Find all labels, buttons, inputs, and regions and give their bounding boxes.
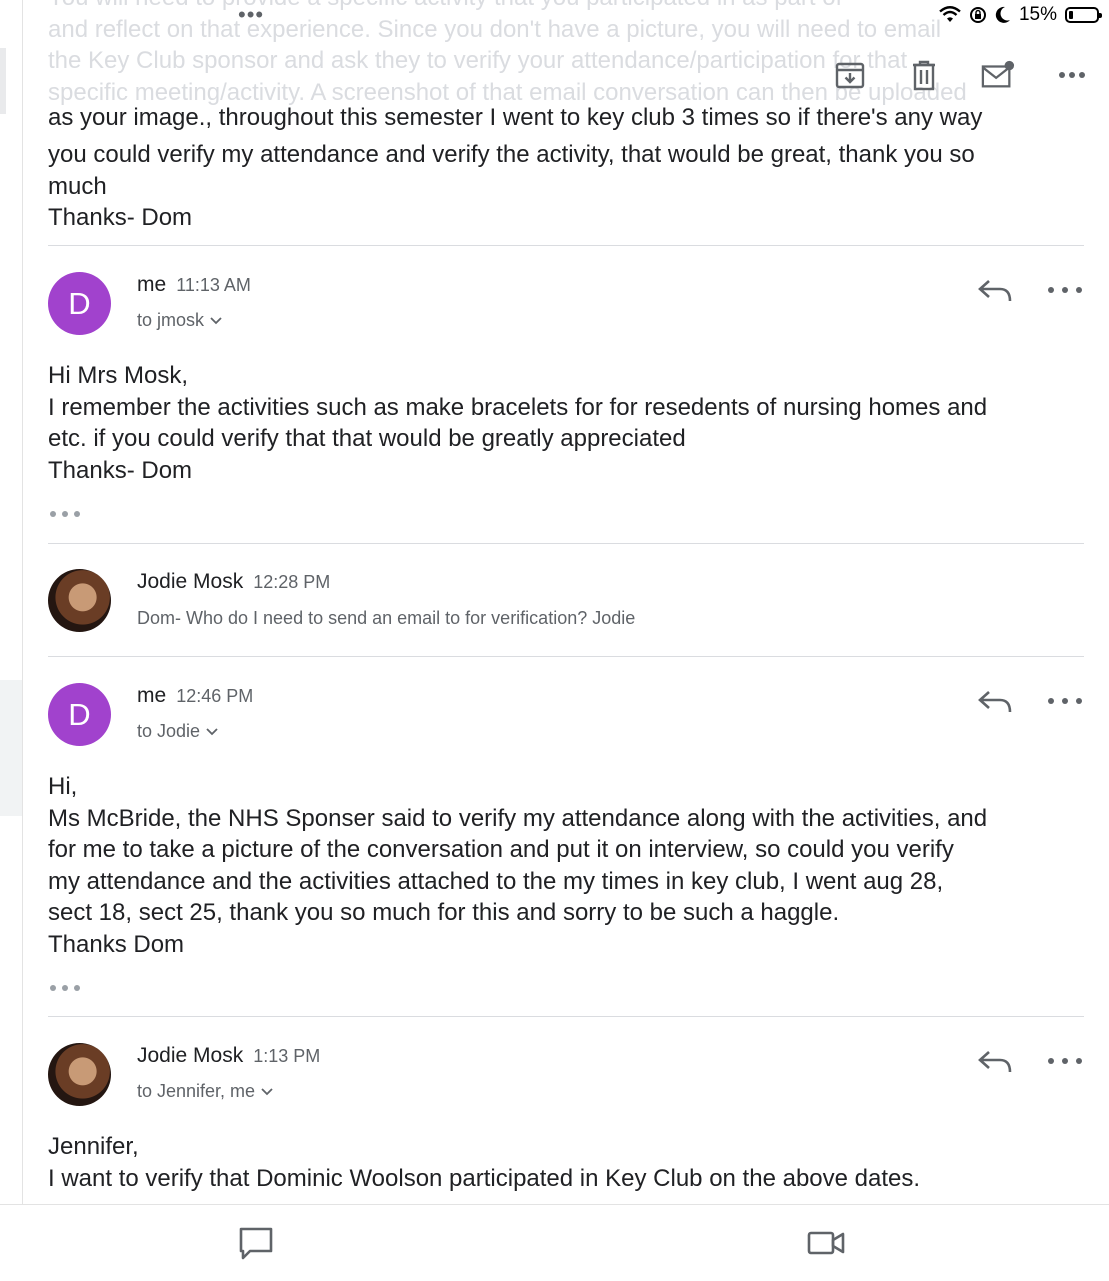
- message-header: me 12:46 PM: [137, 684, 253, 708]
- status-bar: 15%: [939, 4, 1102, 26]
- message-time: 12:28 PM: [253, 572, 331, 592]
- bottom-bar: [0, 1204, 1109, 1281]
- rotation-lock-icon: [969, 7, 986, 23]
- chevron-down-icon: [206, 727, 218, 735]
- recipient-label: to Jennifer, me: [137, 1081, 256, 1101]
- message-divider: [48, 656, 1084, 657]
- sender-name: me: [137, 273, 167, 296]
- left-rail: [0, 0, 23, 1205]
- video-call-button[interactable]: [806, 1225, 845, 1261]
- battery-icon: [1065, 7, 1102, 23]
- chevron-down-icon: [210, 316, 222, 324]
- sender-name: me: [137, 684, 167, 707]
- reply-icon: [978, 1051, 1012, 1073]
- recipient-label: to jmosk: [137, 310, 205, 330]
- rail-scroll-tab[interactable]: [0, 680, 22, 816]
- trash-icon: [913, 60, 935, 91]
- chat-button[interactable]: [238, 1225, 274, 1261]
- message-divider: [48, 543, 1084, 544]
- recipient-toggle[interactable]: to jmosk: [137, 310, 222, 331]
- moon-icon: [995, 6, 1010, 23]
- sender-name: Jodie Mosk: [137, 570, 244, 593]
- message-time: 11:13 AM: [176, 275, 251, 295]
- reply-icon: [978, 691, 1012, 713]
- message-toolbar: [833, 58, 1089, 92]
- battery-level: [1069, 11, 1073, 19]
- archive-icon: [835, 62, 865, 89]
- clipped-text-line: as your image., throughout this semester…: [48, 100, 1088, 137]
- avatar[interactable]: D: [48, 272, 111, 335]
- message-more-button[interactable]: [1048, 280, 1082, 300]
- message-header: Jodie Mosk 1:13 PM: [137, 1044, 320, 1068]
- delete-button[interactable]: [907, 58, 941, 92]
- reply-button[interactable]: [976, 1048, 1014, 1078]
- message-more-button[interactable]: [1048, 691, 1082, 711]
- recipient-toggle[interactable]: to Jennifer, me: [137, 1081, 273, 1102]
- archive-button[interactable]: [833, 58, 867, 92]
- chat-icon: [239, 1227, 273, 1260]
- message-more-button[interactable]: [1048, 1051, 1082, 1071]
- message-snippet[interactable]: Dom- Who do I need to send an email to f…: [137, 608, 635, 629]
- mark-unread-icon: [981, 60, 1015, 88]
- recipient-toggle[interactable]: to Jodie: [137, 721, 218, 742]
- video-call-icon: [807, 1231, 845, 1255]
- rail-tab[interactable]: [0, 48, 6, 114]
- message-divider: [48, 1016, 1084, 1017]
- sender-name: Jodie Mosk: [137, 1044, 244, 1067]
- handle-dots-icon[interactable]: •••: [238, 2, 264, 28]
- clipped-line-text: as your image., throughout this semester…: [48, 104, 983, 131]
- message-header: me 11:13 AM: [137, 273, 251, 297]
- reply-button[interactable]: [976, 277, 1014, 307]
- reply-button[interactable]: [976, 688, 1014, 718]
- battery-percent: 15%: [1018, 4, 1057, 25]
- message-divider: [48, 245, 1084, 246]
- show-trimmed-content-button[interactable]: [50, 983, 80, 993]
- recipient-label: to Jodie: [137, 721, 201, 741]
- message-body: you could verify my attendance and verif…: [48, 141, 975, 231]
- reply-icon: [978, 280, 1012, 302]
- message-body: Hi Mrs Mosk, I remember the activities s…: [48, 362, 988, 484]
- message-time: 1:13 PM: [253, 1046, 321, 1066]
- avatar-photo[interactable]: [48, 1043, 111, 1106]
- message-time: 12:46 PM: [176, 686, 254, 706]
- mark-unread-button[interactable]: [981, 58, 1015, 92]
- more-horizontal-icon: [1059, 72, 1085, 78]
- avatar[interactable]: D: [48, 683, 111, 746]
- avatar-photo[interactable]: [48, 569, 111, 632]
- chevron-down-icon: [261, 1087, 273, 1095]
- wifi-icon: [939, 6, 961, 22]
- message-header[interactable]: Jodie Mosk 12:28 PM: [137, 570, 330, 594]
- show-trimmed-content-button[interactable]: [50, 509, 80, 519]
- message-body: Hi, Ms McBride, the NHS Sponser said to …: [48, 773, 988, 958]
- message-body: Jennifer, I want to verify that Dominic …: [48, 1133, 921, 1192]
- more-options-button[interactable]: [1055, 58, 1089, 92]
